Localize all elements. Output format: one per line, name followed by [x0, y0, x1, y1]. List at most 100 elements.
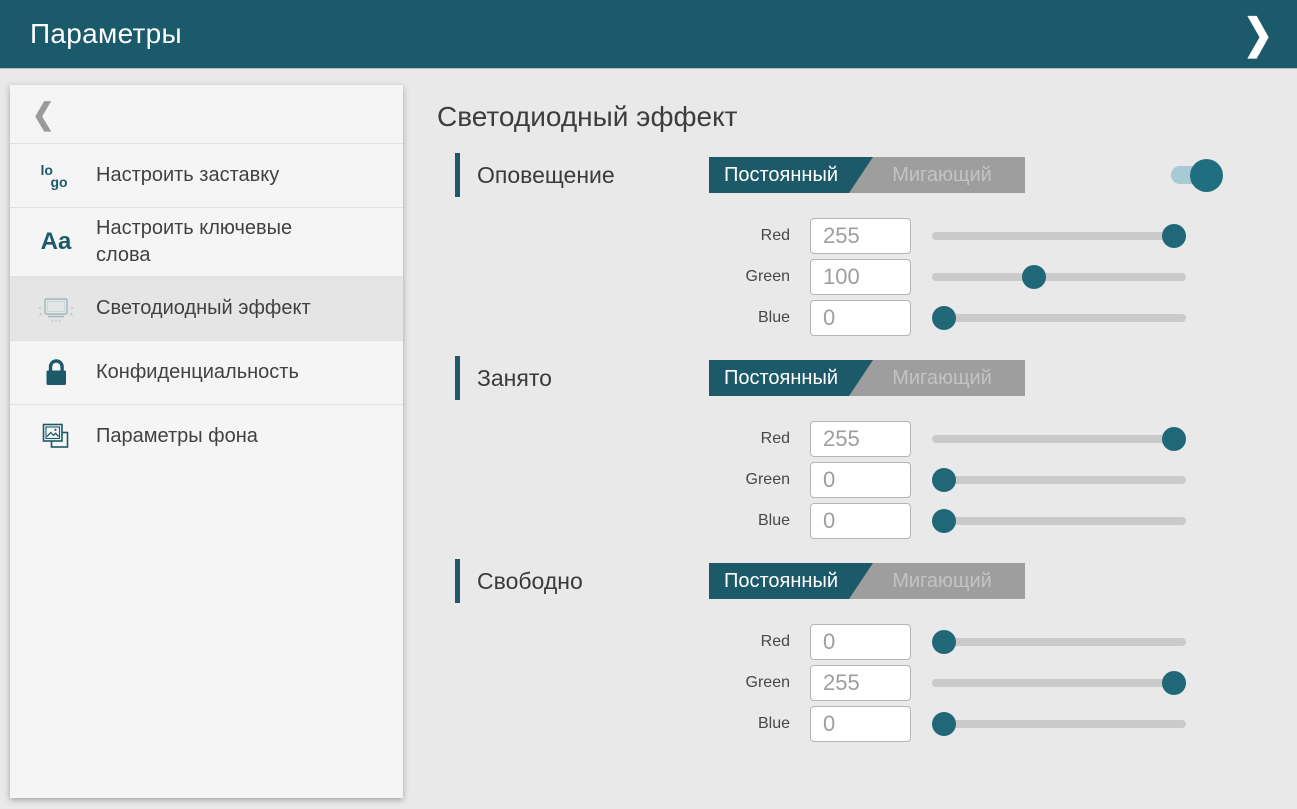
rgb-row-blue: Blue — [710, 706, 1223, 742]
blue-input[interactable] — [810, 706, 911, 742]
blue-slider[interactable] — [932, 706, 1186, 742]
back-chevron-icon: ❮ — [32, 97, 55, 131]
red-input[interactable] — [810, 218, 911, 254]
green-slider[interactable] — [932, 665, 1186, 701]
red-slider[interactable] — [932, 421, 1186, 457]
sidebar-item-screensaver[interactable]: lo go Настроить заставку — [10, 143, 403, 207]
blue-input[interactable] — [810, 503, 911, 539]
section-title: Оповещение — [437, 153, 709, 197]
slider-track — [932, 314, 1186, 322]
sidebar-item-led-effect[interactable]: Светодиодный эффект — [10, 276, 403, 340]
section-label: Оповещение — [477, 162, 615, 189]
red-slider[interactable] — [932, 218, 1186, 254]
slider-knob[interactable] — [1022, 265, 1046, 289]
slider-track — [932, 517, 1186, 525]
slider-knob[interactable] — [932, 712, 956, 736]
sidebar-item-label: Конфиденциальность — [96, 359, 299, 386]
accent-bar — [455, 356, 460, 400]
slider-knob[interactable] — [932, 306, 956, 330]
red-input[interactable] — [810, 421, 911, 457]
rgb-rows: Red Green Blue — [437, 624, 1223, 742]
section-title: Свободно — [437, 559, 709, 603]
settings-sidebar: ❮ lo go Настроить заставку Aa Настроить … — [10, 85, 403, 798]
rgb-row-red: Red — [710, 624, 1223, 660]
slider-knob[interactable] — [1162, 224, 1186, 248]
led-section: Свободно Мигающий Постоянный Red — [437, 561, 1223, 742]
led-effect-panel: Светодиодный эффект Оповещение Мигающий … — [437, 68, 1223, 764]
mode-blinking-label: Мигающий — [892, 367, 992, 390]
rgb-rows: Red Green Blue — [437, 421, 1223, 539]
accent-bar — [455, 153, 460, 197]
mode-constant-button[interactable]: Постоянный — [709, 157, 873, 193]
logo-icon: lo go — [36, 164, 76, 188]
red-label: Red — [710, 633, 790, 651]
accent-bar — [455, 559, 460, 603]
green-slider[interactable] — [932, 462, 1186, 498]
green-input[interactable] — [810, 665, 911, 701]
section-title: Занято — [437, 356, 709, 400]
slider-track — [932, 232, 1186, 240]
sidebar-back-button[interactable]: ❮ — [10, 85, 403, 143]
green-input[interactable] — [810, 259, 911, 295]
section-label: Свободно — [477, 568, 583, 595]
slider-knob[interactable] — [932, 468, 956, 492]
red-label: Red — [710, 227, 790, 245]
mode-toggle: Мигающий Постоянный — [709, 563, 1025, 599]
rgb-row-red: Red — [710, 421, 1223, 457]
lock-icon — [36, 358, 76, 388]
section-head: Занято Мигающий Постоянный — [437, 358, 1223, 398]
mode-blinking-button[interactable]: Мигающий — [859, 360, 1025, 396]
green-label: Green — [710, 268, 790, 286]
rgb-row-blue: Blue — [710, 503, 1223, 539]
mode-constant-button[interactable]: Постоянный — [709, 563, 873, 599]
section-label: Занято — [477, 365, 552, 392]
slider-knob[interactable] — [1162, 427, 1186, 451]
slider-knob[interactable] — [932, 509, 956, 533]
image-icon — [36, 421, 76, 453]
slider-track — [932, 720, 1186, 728]
rgb-row-green: Green — [710, 462, 1223, 498]
blue-slider[interactable] — [932, 300, 1186, 336]
aa-text-icon: Aa — [36, 228, 76, 256]
enabled-switch[interactable] — [1171, 153, 1223, 197]
slider-track — [932, 476, 1186, 484]
mode-constant-label: Постоянный — [724, 164, 838, 187]
mode-blinking-button[interactable]: Мигающий — [859, 157, 1025, 193]
sidebar-item-privacy[interactable]: Конфиденциальность — [10, 340, 403, 404]
mode-constant-label: Постоянный — [724, 367, 838, 390]
green-slider[interactable] — [932, 259, 1186, 295]
rgb-row-green: Green — [710, 259, 1223, 295]
red-input[interactable] — [810, 624, 911, 660]
monitor-led-icon — [36, 293, 76, 325]
red-slider[interactable] — [932, 624, 1186, 660]
mode-constant-label: Постоянный — [724, 570, 838, 593]
rgb-row-green: Green — [710, 665, 1223, 701]
section-head: Свободно Мигающий Постоянный — [437, 561, 1223, 601]
sidebar-item-keywords[interactable]: Aa Настроить ключевые слова — [10, 207, 403, 276]
green-label: Green — [710, 471, 790, 489]
green-label: Green — [710, 674, 790, 692]
mode-constant-button[interactable]: Постоянный — [709, 360, 873, 396]
slider-track — [932, 273, 1186, 281]
slider-knob[interactable] — [932, 630, 956, 654]
blue-slider[interactable] — [932, 503, 1186, 539]
led-section: Оповещение Мигающий Постоянный Red — [437, 155, 1223, 336]
blue-input[interactable] — [810, 300, 911, 336]
blue-label: Blue — [710, 715, 790, 733]
forward-chevron-icon[interactable]: ❯ — [1243, 13, 1273, 54]
slider-track — [932, 435, 1186, 443]
led-section: Занято Мигающий Постоянный Red — [437, 358, 1223, 539]
mode-blinking-button[interactable]: Мигающий — [859, 563, 1025, 599]
rgb-rows: Red Green Blue — [437, 218, 1223, 336]
slider-knob[interactable] — [1162, 671, 1186, 695]
blue-label: Blue — [710, 309, 790, 327]
switch-knob[interactable] — [1190, 159, 1223, 192]
sidebar-item-label: Параметры фона — [96, 423, 258, 450]
rgb-row-blue: Blue — [710, 300, 1223, 336]
green-input[interactable] — [810, 462, 911, 498]
sidebar-item-label: Настроить заставку — [96, 162, 279, 189]
led-sections: Оповещение Мигающий Постоянный Red — [437, 155, 1223, 742]
sidebar-item-label: Настроить ключевые слова — [96, 215, 336, 269]
sidebar-item-background[interactable]: Параметры фона — [10, 404, 403, 468]
mode-toggle: Мигающий Постоянный — [709, 157, 1025, 193]
